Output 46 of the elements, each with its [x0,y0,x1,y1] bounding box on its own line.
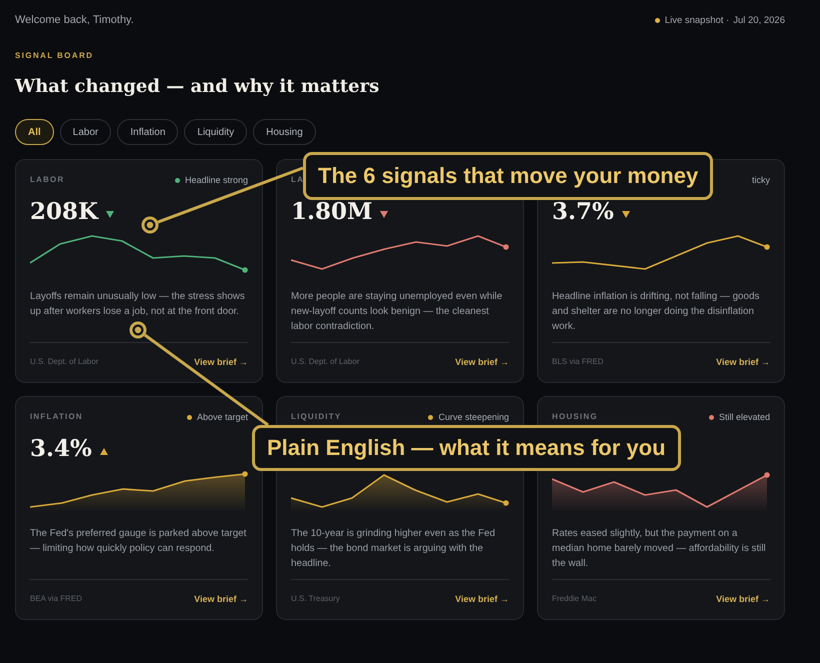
card-category-label: LABOR [30,175,64,185]
target-icon [142,216,158,234]
metric-value: 3.7% [552,199,614,225]
data-source-label: BEA via FRED [30,594,82,603]
card-category-label: LA [291,175,304,185]
status-label: Still elevated [718,412,770,422]
view-brief-link[interactable]: View brief → [194,594,248,604]
card-description: Rates eased slightly, but the payment on a median home barely moved — affordability is still the wall. [552,527,767,571]
card-description: The 10-year is grinding higher even as the Fed holds — the bond market is arguing with the headline. [291,527,496,571]
data-source-label: U.S. Dept. of Labor [291,357,360,366]
metric-value: 208K [30,199,98,225]
status-label: ticky [752,175,770,185]
data-source-label: U.S. Treasury [291,594,340,603]
metric-value: 1.80M [291,199,372,225]
filter-chip[interactable]: Housing [253,119,316,145]
filter-chip[interactable]: Labor [60,119,112,145]
snapshot-date: Jul 20, 2026 [733,14,785,26]
data-source-label: BLS via FRED [552,357,604,366]
annotation-callout: The 6 signals that move your money [303,152,714,200]
card-description: The Fed's preferred gauge is parked above target — limiting how quickly policy can respond. [30,527,248,556]
annotation-callout: Plain English — what it means for you [252,425,681,471]
live-snapshot-label: Live snapshot · [664,14,730,26]
view-brief-link[interactable]: View brief → [455,356,509,366]
view-brief-link[interactable]: View brief → [194,356,248,366]
view-brief-link[interactable]: View brief → [455,594,509,604]
card-category-label: HOUSING [552,412,598,422]
page-title: What changed — and why it matters [15,75,380,99]
card-description: Layoffs remain unusually low — the stress shows up after workers lose a job, not at the front door. [30,290,246,319]
target-icon [130,322,146,338]
view-brief-link[interactable]: View brief → [716,356,770,366]
greeting-text: Welcome back, Timothy. [15,14,134,26]
view-brief-link[interactable]: View brief → [716,594,770,604]
card-category-label: INFLATION [30,412,83,422]
metric-value: 3.4% [30,436,92,462]
filter-chip[interactable]: Liquidity [184,119,248,145]
filter-chip[interactable]: All [15,119,54,145]
card-category-label: LIQUIDITY [291,412,342,422]
card-description: Headline inflation is drifting, not falling — goods and shelter are no longer doing the disinflation work. [552,290,760,334]
status-label: Above target [196,412,248,422]
section-eyebrow: SIGNAL BOARD [15,51,94,60]
data-source-label: U.S. Dept. of Labor [30,357,98,366]
data-source-label: Freddie Mac [552,594,596,603]
status-label: Headline strong [184,175,248,185]
card-description: More people are staying unemployed even while new-layoff counts look benign — the cleanest labor contradiction. [291,290,504,334]
status-label: Curve steepening [438,412,509,422]
filter-chip[interactable]: Inflation [117,119,178,145]
